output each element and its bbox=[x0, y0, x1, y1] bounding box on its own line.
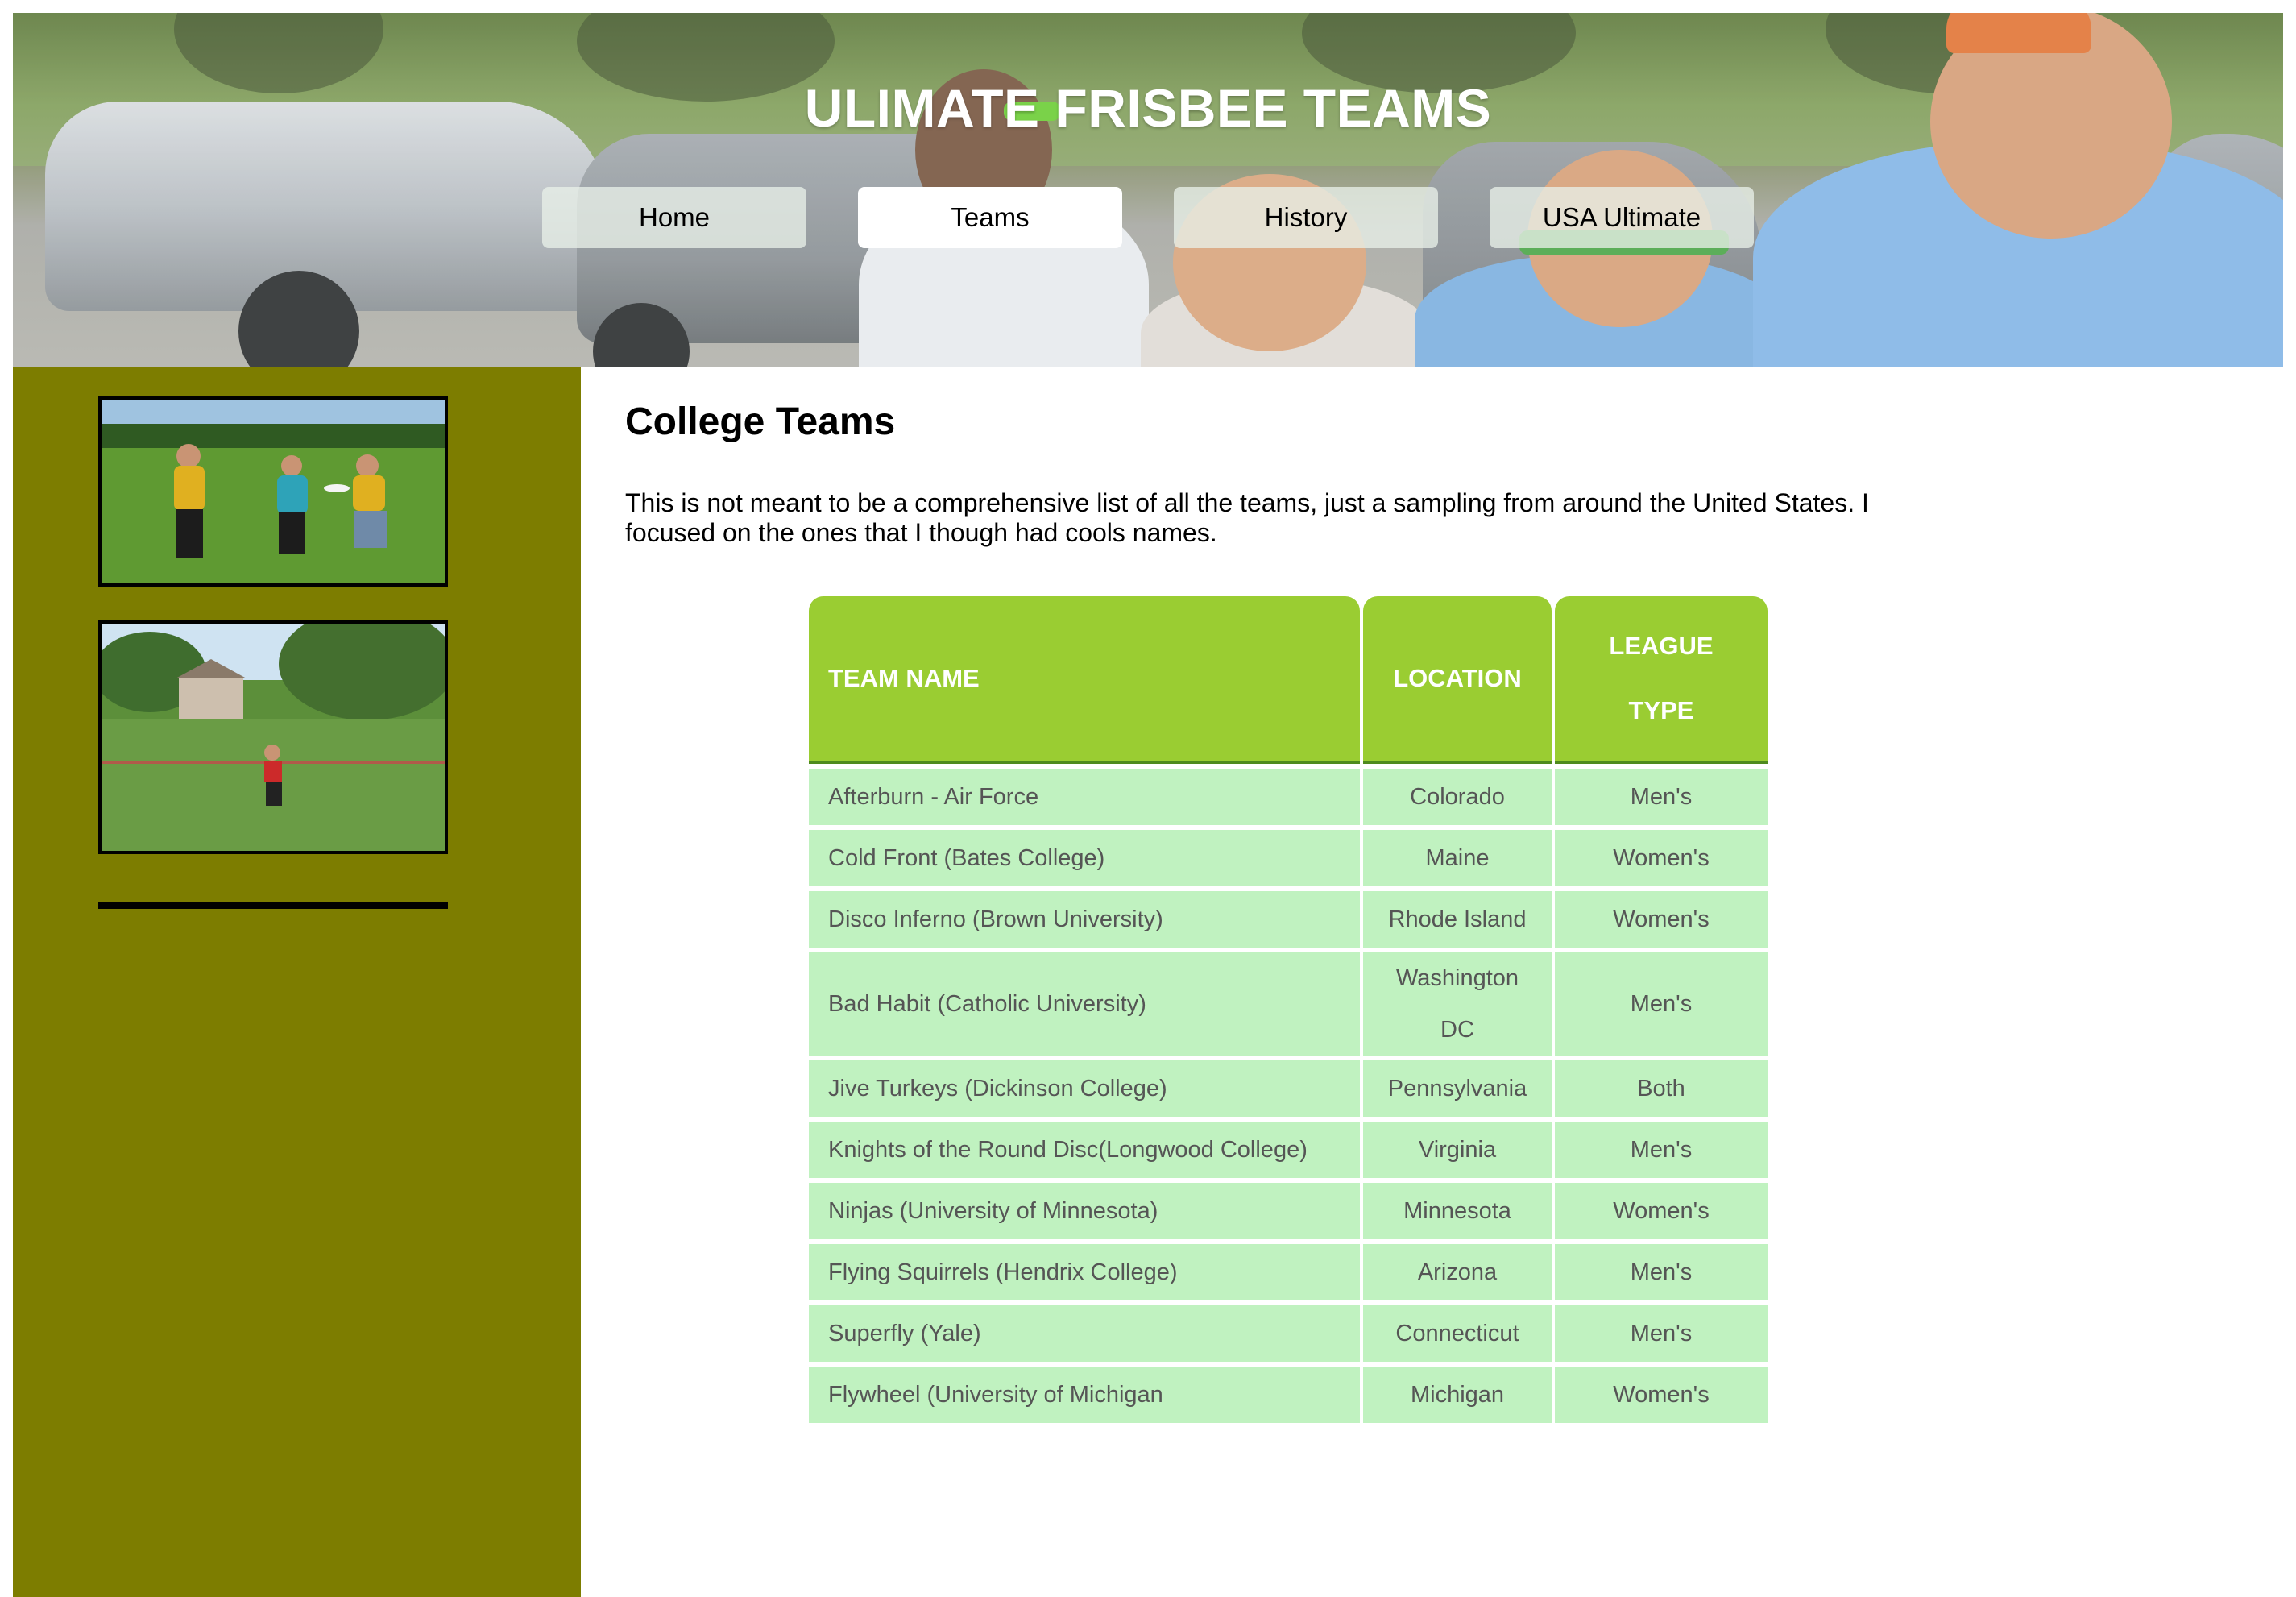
page-heading: College Teams bbox=[625, 400, 896, 443]
table-header-row: TEAM NAME LOCATION LEAGUE TYPE bbox=[809, 596, 1768, 764]
cell-location: Pennsylvania bbox=[1363, 1060, 1552, 1117]
cell-location: Virginia bbox=[1363, 1122, 1552, 1178]
teams-table: TEAM NAME LOCATION LEAGUE TYPE Afterburn… bbox=[806, 591, 1771, 1428]
cell-location: Washington DC bbox=[1363, 952, 1552, 1056]
cell-league-type: Women's bbox=[1555, 891, 1768, 948]
header-team-name: TEAM NAME bbox=[809, 596, 1360, 764]
table-row: Jive Turkeys (Dickinson College) Pennsylv… bbox=[809, 1060, 1768, 1117]
cell-league-type: Women's bbox=[1555, 830, 1768, 886]
table-row: Flying Squirrels (Hendrix College) Arizon… bbox=[809, 1244, 1768, 1300]
nav-usa-ultimate[interactable]: USA Ultimate bbox=[1490, 187, 1754, 248]
cell-team-name: Knights of the Round Disc(Longwood Colle… bbox=[809, 1122, 1360, 1178]
cell-location: Minnesota bbox=[1363, 1183, 1552, 1239]
cell-league-type: Men's bbox=[1555, 1244, 1768, 1300]
nav-history[interactable]: History bbox=[1174, 187, 1438, 248]
table-row: Flywheel (University of Michigan Michigan… bbox=[809, 1367, 1768, 1423]
cell-league-type: Men's bbox=[1555, 769, 1768, 825]
cell-location: Maine bbox=[1363, 830, 1552, 886]
header-banner: ULIMATE FRISBEE TEAMS Home Teams History… bbox=[13, 13, 2283, 367]
cell-location: Connecticut bbox=[1363, 1305, 1552, 1362]
table-row: Afterburn - Air Force Colorado Men's bbox=[809, 769, 1768, 825]
intro-paragraph: This is not meant to be a comprehensive … bbox=[625, 488, 1869, 547]
frisbee-photo-1 bbox=[98, 396, 448, 587]
cell-league-type: Men's bbox=[1555, 1305, 1768, 1362]
cell-location: Rhode Island bbox=[1363, 891, 1552, 948]
cell-league-type: Women's bbox=[1555, 1183, 1768, 1239]
header-location: LOCATION bbox=[1363, 596, 1552, 764]
nav-teams[interactable]: Teams bbox=[858, 187, 1122, 248]
frisbee-photo-1-image bbox=[102, 400, 445, 583]
cell-location: Michigan bbox=[1363, 1367, 1552, 1423]
cell-team-name: Bad Habit (Catholic University) bbox=[809, 952, 1360, 1056]
cell-team-name: Disco Inferno (Brown University) bbox=[809, 891, 1360, 948]
cell-location: Colorado bbox=[1363, 769, 1552, 825]
cell-team-name: Jive Turkeys (Dickinson College) bbox=[809, 1060, 1360, 1117]
sidebar-divider bbox=[98, 902, 448, 909]
cell-location: Arizona bbox=[1363, 1244, 1552, 1300]
cell-league-type: Men's bbox=[1555, 1122, 1768, 1178]
cell-team-name: Afterburn - Air Force bbox=[809, 769, 1360, 825]
table-row: Knights of the Round Disc(Longwood Colle… bbox=[809, 1122, 1768, 1178]
cell-league-type: Women's bbox=[1555, 1367, 1768, 1423]
sidebar bbox=[13, 367, 581, 1597]
cell-team-name: Cold Front (Bates College) bbox=[809, 830, 1360, 886]
site-title: ULIMATE FRISBEE TEAMS bbox=[804, 78, 1492, 138]
cell-league-type: Both bbox=[1555, 1060, 1768, 1117]
cell-team-name: Superfly (Yale) bbox=[809, 1305, 1360, 1362]
cell-team-name: Ninjas (University of Minnesota) bbox=[809, 1183, 1360, 1239]
table-row: Disco Inferno (Brown University) Rhode Is… bbox=[809, 891, 1768, 948]
table-row: Bad Habit (Catholic University) Washingto… bbox=[809, 952, 1768, 1056]
cell-team-name: Flying Squirrels (Hendrix College) bbox=[809, 1244, 1360, 1300]
table-row: Superfly (Yale) Connecticut Men's bbox=[809, 1305, 1768, 1362]
nav-home[interactable]: Home bbox=[542, 187, 806, 248]
frisbee-photo-2 bbox=[98, 620, 448, 854]
page: ULIMATE FRISBEE TEAMS Home Teams History… bbox=[13, 13, 2283, 1597]
header-league-type: LEAGUE TYPE bbox=[1555, 596, 1768, 764]
cell-league-type: Men's bbox=[1555, 952, 1768, 1056]
table-row: Cold Front (Bates College) Maine Women's bbox=[809, 830, 1768, 886]
table-row: Ninjas (University of Minnesota) Minnesot… bbox=[809, 1183, 1768, 1239]
frisbee-photo-2-image bbox=[102, 624, 445, 851]
cell-team-name: Flywheel (University of Michigan bbox=[809, 1367, 1360, 1423]
table-body: Afterburn - Air Force Colorado Men's Cold F… bbox=[809, 769, 1768, 1423]
